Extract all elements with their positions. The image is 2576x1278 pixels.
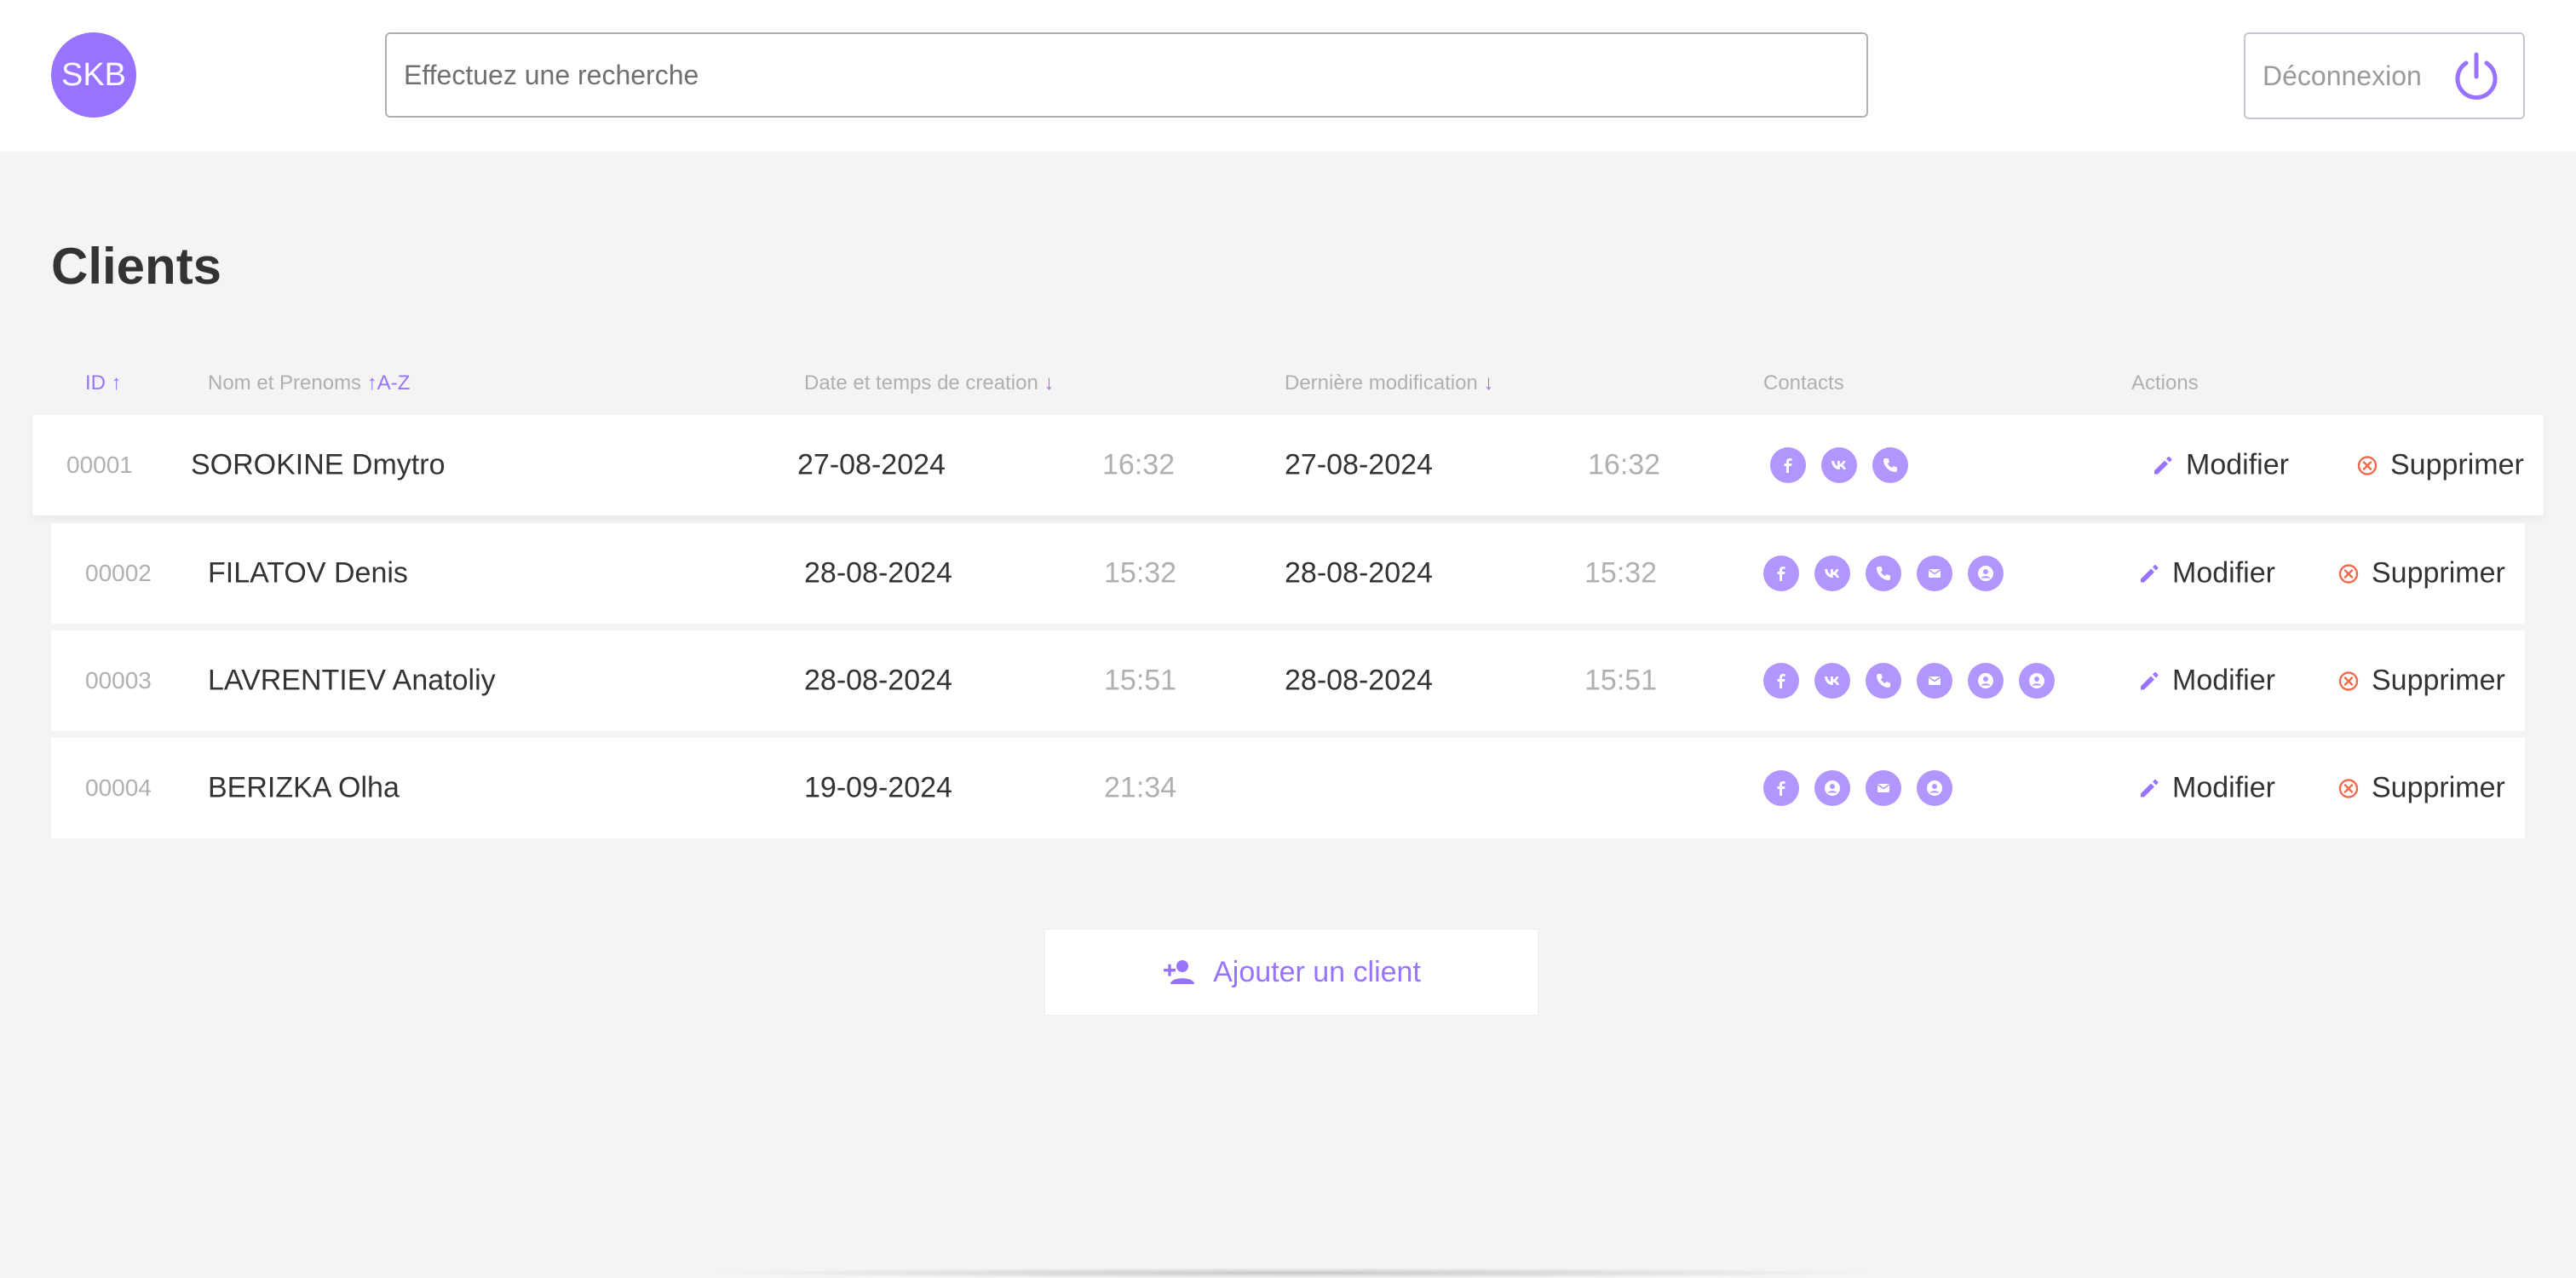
page-title: Clients (51, 238, 222, 295)
modified-time: 15:51 (1584, 664, 1658, 697)
logo[interactable]: SKB (51, 32, 136, 118)
pencil-icon (2141, 779, 2159, 797)
edit-label: Modifier (2186, 448, 2289, 481)
modified-time: 15:32 (1584, 556, 1658, 590)
column-header-modified[interactable]: Dernière modification ↓ (1285, 371, 1493, 395)
delete-button[interactable]: Supprimer (2337, 772, 2505, 805)
top-header: SKB Déconnexion (0, 0, 2576, 152)
delete-label: Supprimer (2372, 556, 2505, 590)
client-name: FILATOV Denis (208, 556, 408, 590)
user-icon[interactable] (1917, 770, 1952, 806)
column-name-label: Nom et Prenoms (208, 371, 362, 394)
vk-icon[interactable] (1821, 447, 1857, 483)
mail-icon[interactable] (1917, 556, 1952, 591)
client-name: BERIZKA Olha (208, 771, 400, 804)
delete-button[interactable]: Supprimer (2337, 557, 2505, 590)
phone-icon[interactable] (1872, 447, 1908, 483)
client-id: 00002 (85, 560, 152, 586)
logout-label: Déconnexion (2263, 60, 2422, 91)
delete-label: Supprimer (2372, 771, 2505, 804)
pencil-icon (2141, 671, 2159, 689)
facebook-icon[interactable] (1763, 556, 1799, 591)
created-time: 16:32 (1102, 448, 1176, 481)
vk-icon[interactable] (1814, 556, 1850, 591)
column-modified-label: Dernière modification (1285, 371, 1478, 394)
column-header-contacts: Contacts (1763, 371, 1844, 394)
add-client-label: Ajouter un client (1213, 955, 1421, 988)
mail-icon[interactable] (1866, 770, 1901, 806)
client-id: 00003 (85, 667, 152, 694)
mail-icon[interactable] (1917, 663, 1952, 699)
client-id: 00001 (66, 452, 133, 478)
column-created-label: Date et temps de creation (804, 371, 1038, 394)
edit-label: Modifier (2172, 556, 2275, 590)
delete-button[interactable]: Supprimer (2356, 449, 2524, 482)
cancel-icon (2357, 455, 2378, 475)
edit-label: Modifier (2172, 771, 2275, 804)
table-row[interactable]: 00001 SOROKINE Dmytro 27-08-2024 16:32 2… (32, 415, 2544, 515)
power-icon (2455, 52, 2498, 100)
cancel-icon (2338, 671, 2359, 691)
cancel-icon (2338, 778, 2359, 798)
pencil-icon (2141, 564, 2159, 582)
facebook-icon[interactable] (1770, 447, 1806, 483)
bottom-shadow (699, 1268, 1891, 1278)
column-header-name[interactable]: Nom et Prenoms ↑A-Z (208, 371, 410, 395)
created-time: 15:32 (1104, 556, 1177, 590)
created-date: 27-08-2024 (797, 448, 946, 481)
edit-button[interactable]: Modifier (2138, 772, 2275, 805)
logout-button[interactable]: Déconnexion (2244, 32, 2525, 119)
edit-button[interactable]: Modifier (2138, 557, 2275, 590)
client-name: SOROKINE Dmytro (191, 448, 446, 481)
delete-label: Supprimer (2390, 448, 2524, 481)
vk-icon[interactable] (1814, 663, 1850, 699)
created-date: 28-08-2024 (804, 556, 952, 590)
facebook-icon[interactable] (1763, 770, 1799, 806)
search-input[interactable] (385, 32, 1868, 118)
contacts-list (1763, 556, 2004, 591)
client-name: LAVRENTIEV Anatoliy (208, 664, 496, 697)
cancel-icon (2338, 563, 2359, 584)
sort-arrow-icon: ↓ (1044, 371, 1055, 394)
created-time: 21:34 (1104, 771, 1177, 804)
sort-arrow-icon: ↑ (111, 371, 122, 394)
column-header-created[interactable]: Date et temps de creation ↓ (804, 371, 1055, 395)
phone-icon[interactable] (1866, 663, 1901, 699)
table-row[interactable]: 00003 LAVRENTIEV Anatoliy 28-08-2024 15:… (51, 630, 2525, 731)
delete-label: Supprimer (2372, 664, 2505, 697)
edit-label: Modifier (2172, 664, 2275, 697)
created-time: 15:51 (1104, 664, 1177, 697)
created-date: 19-09-2024 (804, 771, 952, 804)
pencil-icon (2154, 456, 2172, 474)
contacts-list (1763, 663, 2055, 699)
modified-date: 28-08-2024 (1285, 556, 1433, 590)
user-icon[interactable] (2019, 663, 2055, 699)
user-icon[interactable] (1814, 770, 1850, 806)
sort-arrow-icon: ↓ (1483, 371, 1494, 394)
add-client-button[interactable]: Ajouter un client (1044, 929, 1538, 1016)
column-header-actions: Actions (2131, 371, 2199, 394)
edit-button[interactable]: Modifier (2138, 665, 2275, 698)
created-date: 28-08-2024 (804, 664, 952, 697)
user-icon[interactable] (1968, 556, 2004, 591)
modified-date: 27-08-2024 (1285, 448, 1433, 481)
contacts-list (1763, 770, 1952, 806)
column-header-id[interactable]: ID ↑ (85, 371, 122, 395)
client-id: 00004 (85, 774, 152, 801)
delete-button[interactable]: Supprimer (2337, 665, 2505, 698)
modified-time: 16:32 (1588, 448, 1661, 481)
table-row[interactable]: 00002 FILATOV Denis 28-08-2024 15:32 28-… (51, 523, 2525, 624)
phone-icon[interactable] (1866, 556, 1901, 591)
column-id-label: ID (85, 371, 106, 394)
table-row[interactable]: 00004 BERIZKA Olha 19-09-2024 21:34 Modi… (51, 738, 2525, 838)
contacts-list (1770, 447, 1908, 483)
user-icon[interactable] (1968, 663, 2004, 699)
sort-az-icon: ↑A-Z (366, 371, 411, 394)
add-user-icon (1164, 960, 1195, 984)
facebook-icon[interactable] (1763, 663, 1799, 699)
edit-button[interactable]: Modifier (2152, 449, 2289, 482)
modified-date: 28-08-2024 (1285, 664, 1433, 697)
